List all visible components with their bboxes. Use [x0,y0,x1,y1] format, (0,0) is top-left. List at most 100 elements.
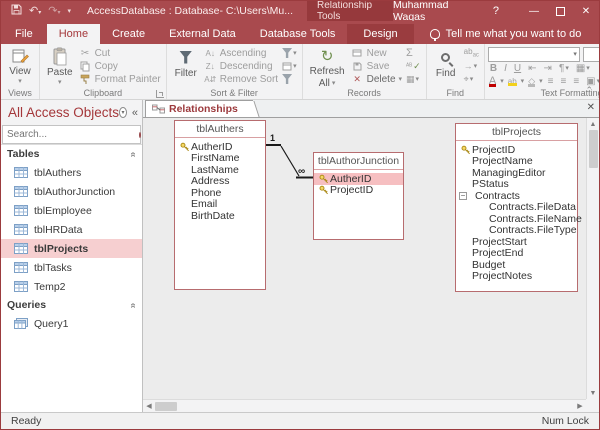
tab-relationships[interactable]: Relationships [145,100,253,117]
field-row-pstatus[interactable]: PStatus [456,179,577,191]
vertical-scrollbar[interactable]: ▲ ▼ [586,118,599,399]
bold-button[interactable]: B [488,63,499,74]
field-row-firstname[interactable]: FirstName [175,153,265,165]
vertical-scroll-thumb[interactable] [589,130,598,168]
collapse-group-icon[interactable]: « [128,151,139,157]
field-row-projectend[interactable]: ProjectEnd [456,248,577,260]
clipboard-dialog-launcher[interactable] [156,90,164,98]
field-row-contracts[interactable]: −Contracts [456,190,577,202]
advanced-filter-button[interactable]: ▾ [282,60,297,72]
field-row-phone[interactable]: Phone [175,187,265,199]
remove-sort-button[interactable]: A⇵Remove Sort [204,73,278,85]
nav-group-header[interactable]: Queries« [1,296,142,314]
close-document-icon[interactable]: ✕ [587,102,595,113]
diagram-table-title[interactable]: tblAuthers [175,121,265,138]
selection-button[interactable]: ▾ [282,47,297,59]
tab-home[interactable]: Home [47,24,100,44]
shutter-bar-close-icon[interactable]: « [132,107,138,119]
increase-indent-button[interactable]: ⇥ [542,63,554,74]
field-row-contracts.filename[interactable]: Contracts.FileName [456,213,577,225]
tab-create[interactable]: Create [100,24,157,44]
spelling-button[interactable]: ᴬᴮ✓ [406,60,421,72]
field-row-birthdate[interactable]: BirthDate [175,210,265,222]
nav-item-tblauthorjunction[interactable]: tblAuthorJunction [1,182,142,201]
field-row-budget[interactable]: Budget [456,259,577,271]
view-button[interactable]: View ▾ [4,46,36,86]
format-painter-button[interactable]: Format Painter [79,73,161,85]
text-direction-button[interactable]: ¶▾ [557,63,571,74]
align-left-button[interactable]: ≡ [546,76,556,87]
cut-button[interactable]: ✂Cut [79,47,161,59]
help-button[interactable]: ? [493,5,499,17]
field-row-contracts.filetype[interactable]: Contracts.FileType [456,225,577,237]
field-row-projectnotes[interactable]: ProjectNotes [456,271,577,283]
minimize-button[interactable]: — [521,1,547,21]
tab-file[interactable]: File [1,24,47,44]
scroll-up-icon[interactable]: ▲ [587,118,599,130]
horizontal-scrollbar[interactable]: ◀ ▶ [143,399,586,412]
horizontal-scroll-thumb[interactable] [155,402,177,411]
scroll-right-icon[interactable]: ▶ [574,400,586,412]
field-row-autherid[interactable]: AutherID [175,141,265,153]
field-row-lastname[interactable]: LastName [175,164,265,176]
diagram-table-tblprojects[interactable]: tblProjects ProjectIDProjectNameManagingE… [455,123,578,292]
diagram-table-tblauthers[interactable]: tblAuthers AutherIDFirstNameLastNameAddre… [174,120,266,290]
scroll-left-icon[interactable]: ◀ [143,400,155,412]
undo-icon[interactable]: ↶▾ [29,6,41,17]
field-row-email[interactable]: Email [175,199,265,211]
field-row-managingeditor[interactable]: ManagingEditor [456,167,577,179]
search-input[interactable] [7,129,139,140]
copy-button[interactable]: Copy [79,60,161,72]
new-record-button[interactable]: New [351,47,402,59]
font-size-combo[interactable]: ▾ [583,47,600,62]
save-icon[interactable] [11,4,22,18]
highlight-color-button[interactable]: ab [507,77,518,86]
scroll-down-icon[interactable]: ▼ [587,387,599,399]
nav-item-tblprojects[interactable]: tblProjects [1,239,142,258]
tell-me-box[interactable]: Tell me what you want to do [430,28,582,44]
field-row-projectid[interactable]: ProjectID [456,144,577,156]
nav-item-tblauthers[interactable]: tblAuthers [1,163,142,182]
italic-button[interactable]: I [502,63,509,74]
field-row-projectid[interactable]: ProjectID [314,185,403,197]
filter-button[interactable]: Filter [170,46,202,86]
nav-item-tblhrdata[interactable]: tblHRData [1,220,142,239]
field-row-address[interactable]: Address [175,176,265,188]
delete-record-button[interactable]: ✕Delete▾ [351,73,402,85]
nav-item-temp2[interactable]: Temp2 [1,277,142,296]
font-name-combo[interactable]: ▾ [488,47,580,62]
font-color-button[interactable]: A [488,75,497,87]
find-button[interactable]: Find [430,46,462,86]
collapse-group-icon[interactable]: « [128,302,139,308]
nav-item-query1[interactable]: Query1 [1,314,142,333]
ascending-button[interactable]: A↓Ascending [204,47,278,59]
align-right-button[interactable]: ≡ [571,76,581,87]
underline-button[interactable]: U [512,63,523,74]
replace-button[interactable]: abac [464,47,479,59]
diagram-table-title[interactable]: tblProjects [456,124,577,141]
diagram-table-title[interactable]: tblAuthorJunction [314,153,403,170]
collapse-ribbon-icon[interactable]: ⌃ [585,85,593,96]
toggle-filter-button[interactable] [282,73,297,85]
tab-external-data[interactable]: External Data [157,24,248,44]
decrease-indent-button[interactable]: ⇤ [526,63,538,74]
tab-database-tools[interactable]: Database Tools [248,24,348,44]
field-row-contracts.filedata[interactable]: Contracts.FileData [456,202,577,214]
refresh-all-button[interactable]: ↻ Refresh All▾ [306,46,349,86]
select-button[interactable]: ⌖▾ [464,73,479,85]
descending-button[interactable]: Z↓Descending [204,60,278,72]
collapse-field-icon[interactable]: − [459,192,467,200]
paste-button[interactable]: Paste ▾ [43,46,77,86]
nav-item-tblemployee[interactable]: tblEmployee [1,201,142,220]
totals-button[interactable]: Σ [406,47,421,59]
maximize-button[interactable] [547,1,573,21]
goto-button[interactable]: →▾ [464,60,479,72]
tab-design[interactable]: Design [347,24,413,44]
background-fill-button[interactable]: ◇ [527,76,536,87]
navigation-menu-icon[interactable]: ▾ [119,107,127,118]
search-icon[interactable] [139,132,141,138]
field-row-projectname[interactable]: ProjectName [456,156,577,168]
save-record-button[interactable]: Save [351,60,402,72]
close-button[interactable]: ✕ [573,1,599,21]
qat-customize-icon[interactable]: ▾ [67,8,71,15]
